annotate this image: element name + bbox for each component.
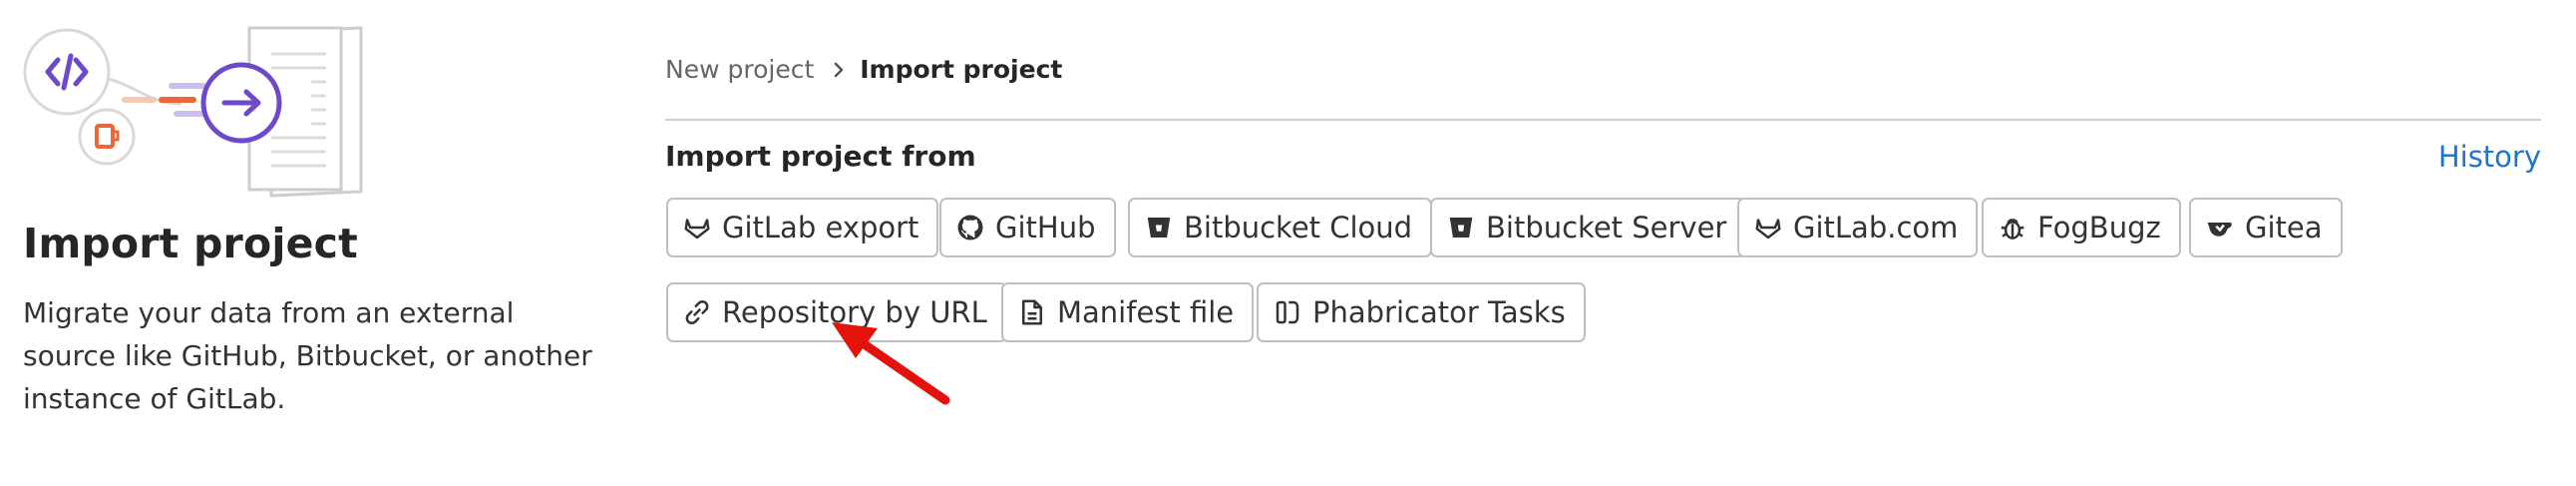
github-icon (955, 213, 985, 243)
import-fogbugz-button[interactable]: FogBugz (1982, 198, 2181, 257)
button-label: Gitea (2245, 211, 2323, 244)
chevron-right-icon (832, 61, 846, 79)
tanuki-icon (1753, 213, 1783, 243)
import-illustration (23, 26, 363, 198)
bug-icon (1998, 213, 2027, 243)
import-bitbucket-cloud-button[interactable]: Bitbucket Cloud (1128, 198, 1433, 257)
button-label: Bitbucket Cloud (1184, 211, 1413, 244)
button-label: GitHub (995, 211, 1096, 244)
import-source-heading: Import project from (665, 140, 976, 173)
breadcrumb-new-project[interactable]: New project (665, 55, 814, 84)
breadcrumb: New project Import project (665, 55, 1062, 84)
annotation-arrow (832, 322, 950, 405)
import-gitlab-com-button[interactable]: GitLab.com (1737, 198, 1979, 257)
button-label: FogBugz (2037, 211, 2161, 244)
tea-icon (2205, 213, 2235, 243)
phabricator-icon (1273, 297, 1302, 327)
tanuki-icon (682, 213, 712, 243)
document-icon (1017, 297, 1047, 327)
link-icon (682, 297, 712, 327)
import-gitlab-export-button[interactable]: GitLab export (666, 198, 939, 257)
import-gitea-button[interactable]: Gitea (2189, 198, 2343, 257)
bitbucket-icon (1446, 213, 1476, 243)
header-divider (665, 119, 2541, 121)
button-label: GitLab.com (1793, 211, 1959, 244)
arrow-right-icon (200, 62, 282, 144)
import-phabricator-tasks-button[interactable]: Phabricator Tasks (1257, 282, 1586, 342)
bitbucket-icon (1144, 213, 1174, 243)
code-icon (23, 28, 111, 116)
import-manifest-file-button[interactable]: Manifest file (1001, 282, 1255, 342)
import-bitbucket-server-button[interactable]: Bitbucket Server (1430, 198, 1747, 257)
page-description: Migrate your data from an external sourc… (23, 296, 592, 415)
breadcrumb-current: Import project (860, 55, 1063, 84)
import-github-button[interactable]: GitHub (939, 198, 1116, 257)
button-label: GitLab export (722, 211, 920, 244)
page-title: Import project (23, 220, 358, 267)
button-label: Bitbucket Server (1486, 211, 1727, 244)
button-label: Phabricator Tasks (1312, 295, 1566, 329)
history-link[interactable]: History (2438, 140, 2541, 174)
issue-icon (78, 108, 136, 166)
button-label: Manifest file (1057, 295, 1235, 329)
